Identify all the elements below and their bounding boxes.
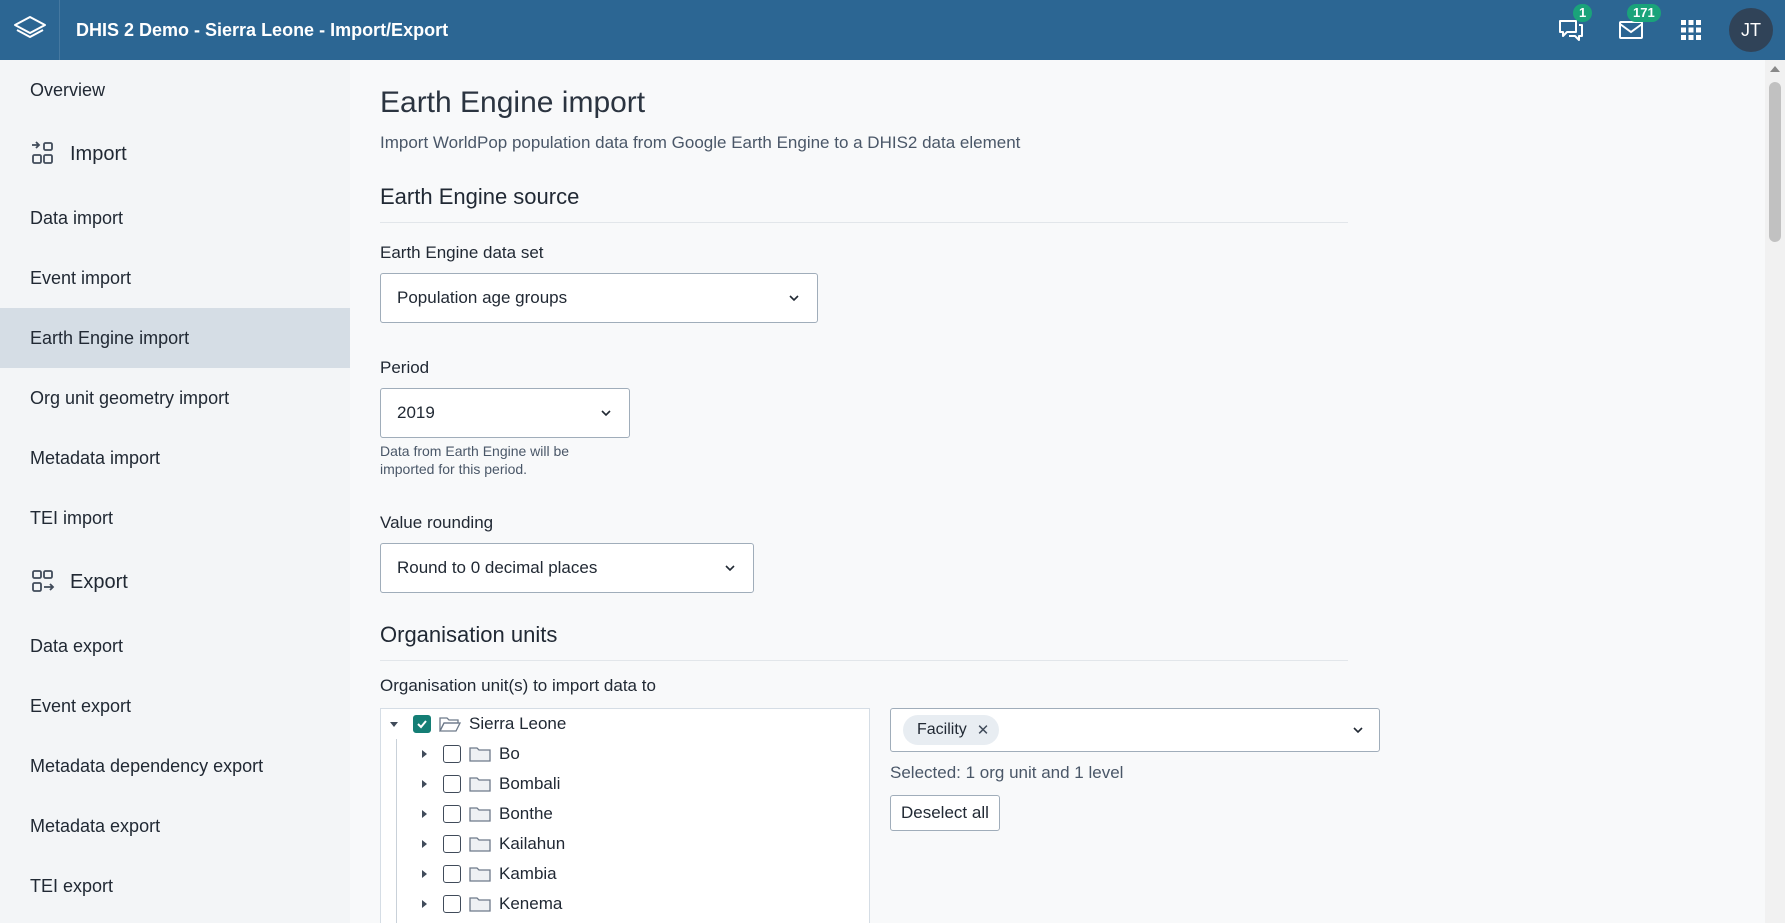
tree-node: Kenema	[417, 889, 562, 919]
import-icon	[32, 141, 53, 164]
section-divider	[380, 660, 1348, 661]
top-header-bar: DHIS 2 Demo - Sierra Leone - Import/Expo…	[0, 0, 1785, 60]
org-unit-checkbox[interactable]	[443, 865, 461, 883]
caret-right-icon[interactable]	[417, 807, 431, 821]
tree-node-root: Sierra Leone	[387, 709, 566, 739]
sidebar-item-tei-import[interactable]: TEI import	[0, 488, 350, 548]
tree-node: Bo	[417, 739, 520, 769]
selection-summary: Selected: 1 org unit and 1 level	[890, 763, 1124, 782]
period-select[interactable]: 2019	[380, 388, 630, 438]
chevron-down-icon	[789, 295, 799, 302]
tree-guide-line	[396, 739, 397, 923]
apps-menu-button[interactable]	[1661, 0, 1721, 60]
org-unit-checkbox[interactable]	[443, 745, 461, 763]
tree-node-label[interactable]: Kailahun	[499, 834, 565, 854]
sidebar-item-earth-engine-import[interactable]: Earth Engine import	[0, 308, 350, 368]
sidebar-item-tei-export[interactable]: TEI export	[0, 856, 350, 916]
folder-icon	[469, 867, 491, 882]
export-icon	[32, 570, 55, 592]
main-content: Earth Engine import Import WorldPop popu…	[350, 60, 1765, 923]
caret-right-icon[interactable]	[417, 777, 431, 791]
organisation-units-heading: Organisation units	[380, 622, 558, 647]
tree-node-label[interactable]: Bombali	[499, 774, 560, 794]
sidebar-item-data-export[interactable]: Data export	[0, 616, 350, 676]
dhis2-logo-icon[interactable]	[0, 0, 60, 60]
caret-right-icon[interactable]	[417, 837, 431, 851]
scroll-up-arrow-icon[interactable]	[1770, 66, 1780, 72]
folder-icon	[469, 837, 491, 852]
sidebar-item-overview[interactable]: Overview	[0, 60, 350, 120]
remove-chip-icon[interactable]: ✕	[977, 721, 990, 739]
rounding-select[interactable]: Round to 0 decimal places	[380, 543, 754, 593]
level-chip: Facility ✕	[903, 715, 1000, 745]
period-help-text: Data from Earth Engine will be imported …	[380, 443, 570, 477]
org-unit-checkbox[interactable]	[443, 895, 461, 913]
apps-grid-icon	[1681, 20, 1701, 40]
folder-icon	[469, 807, 491, 822]
chevron-down-icon	[725, 565, 735, 572]
tree-node: Kambia	[417, 859, 557, 889]
org-unit-checkbox[interactable]	[443, 835, 461, 853]
tree-node: Kailahun	[417, 829, 565, 859]
period-selected-value: 2019	[397, 403, 435, 422]
page-subtitle: Import WorldPop population data from Goo…	[380, 133, 1021, 152]
rounding-selected-value: Round to 0 decimal places	[397, 558, 598, 577]
app-title: DHIS 2 Demo - Sierra Leone - Import/Expo…	[76, 19, 449, 40]
folder-open-icon	[439, 717, 461, 732]
folder-icon	[469, 897, 491, 912]
interpretations-count-badge: 1	[1573, 4, 1593, 22]
tree-node-label[interactable]: Kenema	[499, 894, 562, 914]
sidebar-item-metadata-export[interactable]: Metadata export	[0, 796, 350, 856]
period-label: Period	[380, 358, 430, 377]
level-chip-label: Facility	[917, 721, 967, 738]
org-unit-level-select[interactable]: Facility ✕	[890, 708, 1380, 752]
interpretations-button[interactable]: 1	[1541, 0, 1601, 60]
export-heading: Export	[70, 570, 128, 593]
section-divider	[380, 222, 1348, 223]
tree-node: Bonthe	[417, 799, 553, 829]
tree-node-label[interactable]: Kambia	[499, 864, 557, 884]
sidebar-section-import: Import	[0, 120, 350, 188]
org-unit-checkbox[interactable]	[413, 715, 431, 733]
dataset-label: Earth Engine data set	[380, 243, 544, 262]
messages-button[interactable]: 171	[1601, 0, 1661, 60]
import-heading: Import	[70, 142, 127, 165]
page-title: Earth Engine import	[380, 86, 646, 119]
org-unit-tree: Sierra Leone Bo Bombali Bonthe Kailahun …	[380, 708, 870, 923]
tree-node-label[interactable]: Bonthe	[499, 804, 553, 824]
sidebar-section-export: Export	[0, 548, 350, 616]
org-units-label: Organisation unit(s) to import data to	[380, 676, 656, 695]
caret-right-icon[interactable]	[417, 747, 431, 761]
user-avatar[interactable]: JT	[1729, 8, 1773, 52]
dataset-selected-value: Population age groups	[397, 288, 568, 307]
sidebar-item-metadata-import[interactable]: Metadata import	[0, 428, 350, 488]
deselect-all-button[interactable]: Deselect all	[890, 795, 1000, 831]
folder-icon	[469, 747, 491, 762]
tree-node-label[interactable]: Sierra Leone	[469, 714, 566, 734]
tree-node-label[interactable]: Bo	[499, 744, 520, 764]
rounding-label: Value rounding	[380, 513, 494, 532]
sidebar-item-event-export[interactable]: Event export	[0, 676, 350, 736]
vertical-scrollbar[interactable]	[1765, 60, 1785, 923]
sidebar-item-metadata-dependency-export[interactable]: Metadata dependency export	[0, 736, 350, 796]
dataset-select[interactable]: Population age groups	[380, 273, 818, 323]
folder-icon	[469, 777, 491, 792]
caret-right-icon[interactable]	[417, 897, 431, 911]
caret-right-icon[interactable]	[417, 867, 431, 881]
earth-engine-source-heading: Earth Engine source	[380, 184, 580, 209]
caret-down-icon[interactable]	[387, 717, 401, 731]
messages-count-badge: 171	[1627, 4, 1661, 22]
org-unit-checkbox[interactable]	[443, 775, 461, 793]
sidebar-item-org-unit-geometry-import[interactable]: Org unit geometry import	[0, 368, 350, 428]
sidebar-item-data-import[interactable]: Data import	[0, 188, 350, 248]
sidebar-item-event-import[interactable]: Event import	[0, 248, 350, 308]
tree-node: Bombali	[417, 769, 560, 799]
chevron-down-icon	[1353, 727, 1363, 734]
scrollbar-thumb[interactable]	[1769, 82, 1781, 242]
chevron-down-icon	[601, 410, 611, 417]
sidebar-nav: Overview Import Data import Event import…	[0, 60, 350, 923]
org-unit-checkbox[interactable]	[443, 805, 461, 823]
